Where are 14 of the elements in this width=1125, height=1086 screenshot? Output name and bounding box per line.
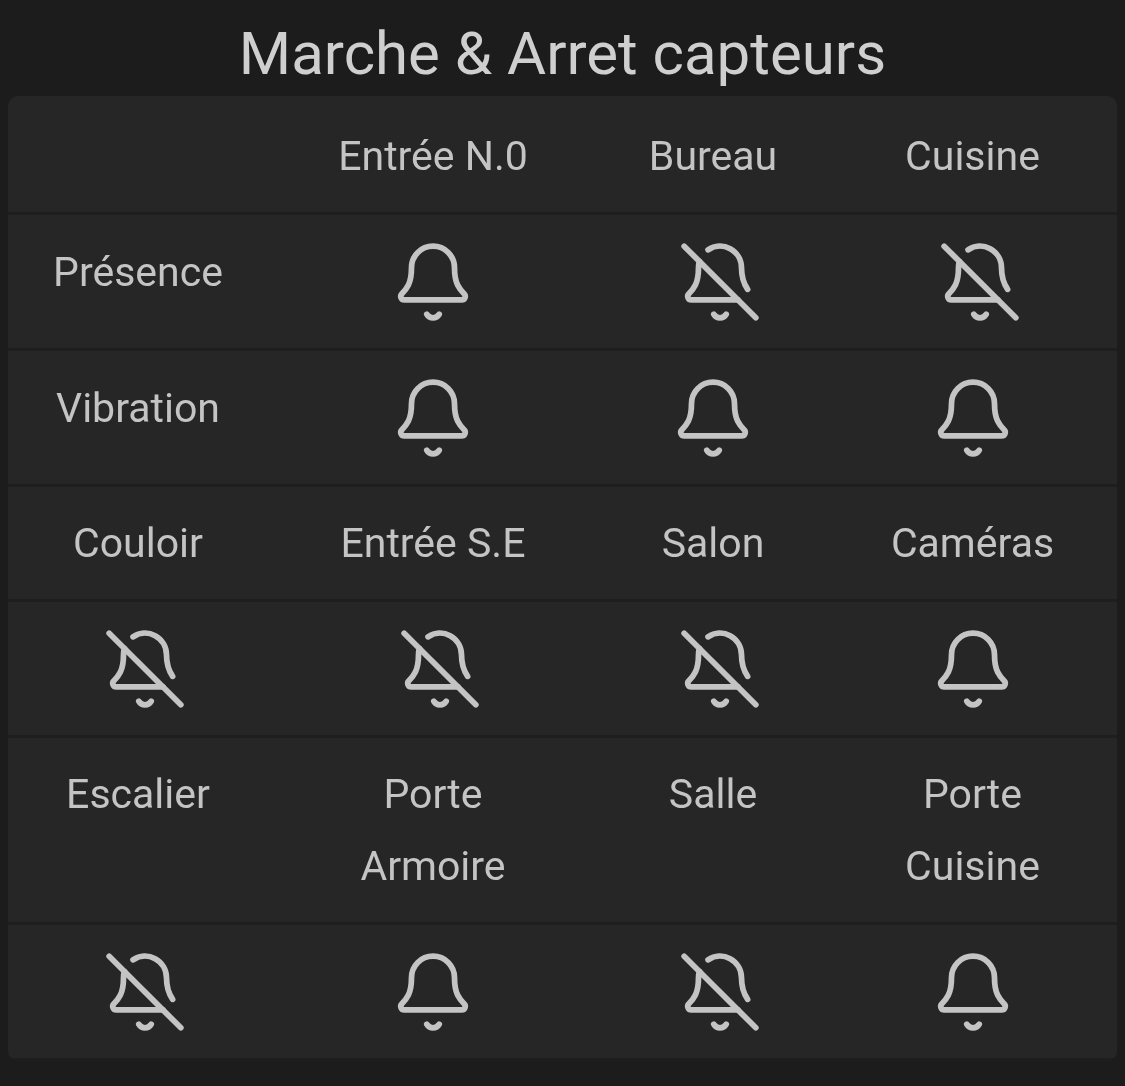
page-title: Marche & Arret capteurs: [238, 17, 887, 91]
column-label: Caméras: [890, 518, 1055, 569]
row-label: Présence: [53, 247, 223, 298]
column-label: Salle: [668, 769, 758, 820]
row-label: Vibration: [56, 383, 220, 434]
column-label: Bureau: [648, 131, 778, 182]
column-label: Cuisine: [905, 131, 1040, 182]
column-label: Couloir: [73, 518, 203, 569]
column-label: Porte Cuisine: [904, 769, 1041, 892]
column-label: Porte Armoire: [359, 769, 507, 892]
column-label: Entrée N.0: [338, 131, 528, 182]
column-label: Salon: [661, 518, 765, 569]
column-label: Escalier: [66, 769, 210, 820]
column-label: Entrée S.E: [340, 518, 526, 569]
